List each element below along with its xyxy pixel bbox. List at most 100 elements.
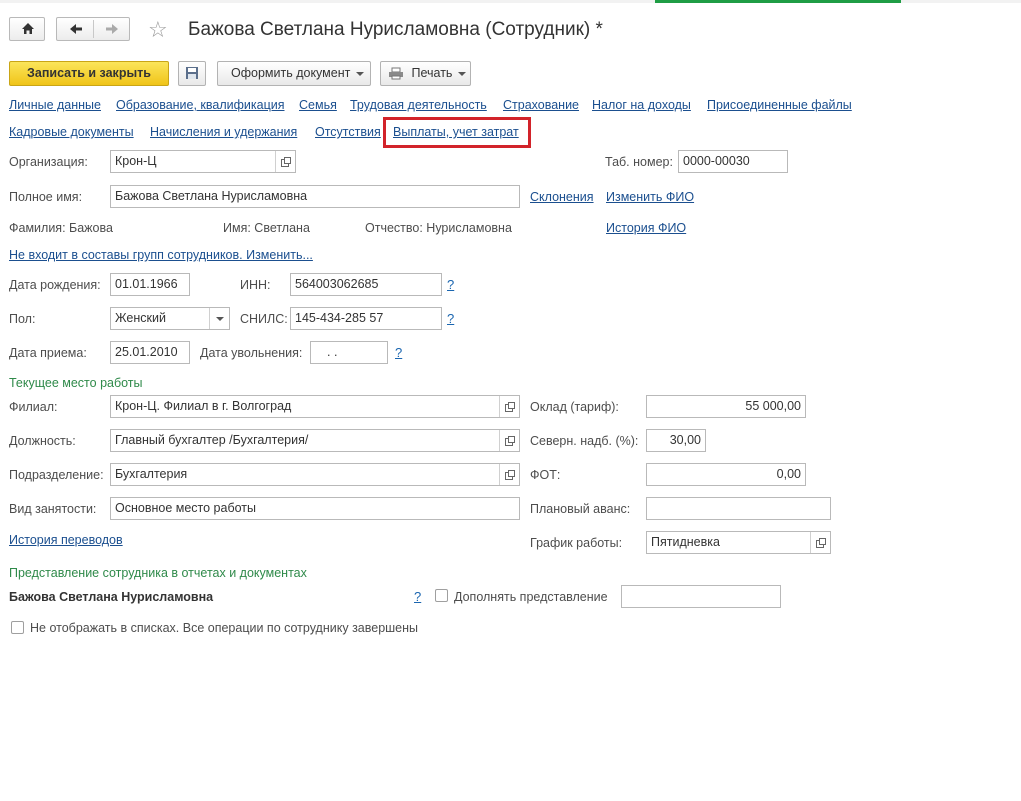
transfers-history-link[interactable]: История переводов (9, 533, 123, 547)
open-button[interactable] (499, 464, 519, 485)
top-strip (0, 0, 1021, 3)
floppy-disk-icon (186, 67, 198, 79)
dismissal-label: Дата увольнения: (200, 346, 303, 360)
position-field[interactable]: Главный бухгалтер /Бухгалтерия/ (110, 429, 520, 452)
department-value: Бухгалтерия (115, 467, 188, 481)
tab-number-field[interactable]: 0000-00030 (678, 150, 788, 173)
gender-label: Пол: (9, 312, 36, 326)
link-income-tax[interactable]: Налог на доходы (592, 98, 691, 112)
name-text: Имя: Светлана (223, 221, 310, 235)
hire-date-label: Дата приема: (9, 346, 87, 360)
groups-link[interactable]: Не входит в составы групп сотрудников. И… (9, 248, 313, 262)
gender-value: Женский (115, 311, 166, 325)
favorite-star-icon[interactable]: ☆ (148, 19, 168, 41)
position-value: Главный бухгалтер /Бухгалтерия/ (115, 433, 309, 447)
link-labor-activity[interactable]: Трудовая деятельность (350, 98, 487, 112)
supplement-checkbox[interactable] (435, 589, 448, 602)
link-insurance[interactable]: Страхование (503, 98, 579, 112)
declensions-link[interactable]: Склонения (530, 190, 594, 204)
branch-label: Филиал: (9, 400, 58, 414)
change-name-link[interactable]: Изменить ФИО (606, 190, 694, 204)
link-attached-files[interactable]: Присоединенные файлы (707, 98, 852, 112)
link-hr-documents[interactable]: Кадровые документы (9, 125, 134, 139)
advance-label: Плановый аванс: (530, 502, 631, 516)
salary-value: 55 000,00 (745, 399, 801, 413)
hide-checkbox[interactable] (11, 621, 24, 634)
dropdown-button[interactable] (209, 308, 229, 329)
active-tab-indicator (655, 0, 901, 3)
salary-field[interactable]: 55 000,00 (646, 395, 806, 418)
department-field[interactable]: Бухгалтерия (110, 463, 520, 486)
birth-date-label: Дата рождения: (9, 278, 101, 292)
fot-field[interactable]: 0,00 (646, 463, 806, 486)
link-personal-data[interactable]: Личные данные (9, 98, 101, 112)
open-icon (505, 470, 515, 480)
inn-field[interactable]: 564003062685 (290, 273, 442, 296)
surname-text: Фамилия: Бажова (9, 221, 113, 235)
branch-field[interactable]: Крон-Ц. Филиал в г. Волгоград (110, 395, 520, 418)
north-value: 30,00 (669, 433, 701, 447)
birth-date-field[interactable]: 01.01.1966 (110, 273, 190, 296)
representation-section-title: Представление сотрудника в отчетах и док… (9, 566, 307, 580)
snils-value: 145-434-285 57 (295, 311, 384, 325)
link-family[interactable]: Семья (299, 98, 337, 112)
department-label: Подразделение: (9, 468, 104, 482)
organization-value: Крон-Ц (115, 154, 157, 168)
dismissal-field[interactable]: . . (310, 341, 388, 364)
name-history-link[interactable]: История ФИО (606, 221, 686, 235)
highlight-box (383, 117, 531, 148)
tab-number-value: 0000-00030 (683, 154, 750, 168)
organization-label: Организация: (9, 155, 88, 169)
create-document-button[interactable]: Оформить документ (217, 61, 371, 86)
employment-label: Вид занятости: (9, 502, 97, 516)
north-field[interactable]: 30,00 (646, 429, 706, 452)
fot-label: ФОТ: (530, 468, 561, 482)
print-label: Печать (411, 66, 453, 80)
help-link[interactable]: ? (447, 277, 454, 292)
print-button[interactable]: Печать (380, 61, 471, 86)
fot-value: 0,00 (776, 467, 801, 481)
printer-icon (389, 67, 403, 80)
link-absences[interactable]: Отсутствия (315, 125, 381, 139)
open-icon (505, 402, 515, 412)
organization-field[interactable]: Крон-Ц (110, 150, 296, 173)
open-icon (816, 538, 826, 548)
representation-name: Бажова Светлана Нурисламовна (9, 590, 214, 604)
schedule-field[interactable]: Пятидневка (646, 531, 831, 554)
supplement-field[interactable] (621, 585, 781, 608)
north-label: Северн. надб. (%): (530, 434, 639, 448)
full-name-value: Бажова Светлана Нурисламовна (115, 189, 308, 203)
snils-field[interactable]: 145-434-285 57 (290, 307, 442, 330)
inn-value: 564003062685 (295, 277, 379, 291)
chevron-down-icon (356, 71, 365, 76)
patronymic-text: Отчество: Нурисламовна (365, 221, 512, 235)
open-button[interactable] (499, 430, 519, 451)
hire-date-field[interactable]: 25.01.2010 (110, 341, 190, 364)
snils-label: СНИЛС: (240, 312, 288, 326)
gender-select[interactable]: Женский (110, 307, 230, 330)
home-button[interactable] (9, 17, 45, 41)
save-button[interactable] (178, 61, 206, 86)
full-name-field[interactable]: Бажова Светлана Нурисламовна (110, 185, 520, 208)
workplace-section-title: Текущее место работы (9, 376, 143, 390)
employment-field[interactable]: Основное место работы (110, 497, 520, 520)
position-label: Должность: (9, 434, 76, 448)
open-button[interactable] (275, 151, 295, 172)
link-education[interactable]: Образование, квалификация (116, 98, 285, 112)
dismissal-value: . . (327, 345, 338, 359)
back-arrow-icon[interactable] (57, 18, 94, 40)
help-link[interactable]: ? (414, 589, 421, 604)
help-link[interactable]: ? (447, 311, 454, 326)
link-accruals[interactable]: Начисления и удержания (150, 125, 297, 139)
supplement-label: Дополнять представление (454, 590, 608, 604)
open-button[interactable] (810, 532, 830, 553)
forward-arrow-icon[interactable] (94, 18, 131, 40)
save-and-close-button[interactable]: Записать и закрыть (9, 61, 169, 86)
inn-label: ИНН: (240, 278, 271, 292)
open-icon (505, 436, 515, 446)
advance-field[interactable] (646, 497, 831, 520)
hide-label: Не отображать в списках. Все операции по… (30, 621, 419, 635)
chevron-down-icon (215, 316, 224, 321)
help-link[interactable]: ? (395, 345, 402, 360)
open-button[interactable] (499, 396, 519, 417)
